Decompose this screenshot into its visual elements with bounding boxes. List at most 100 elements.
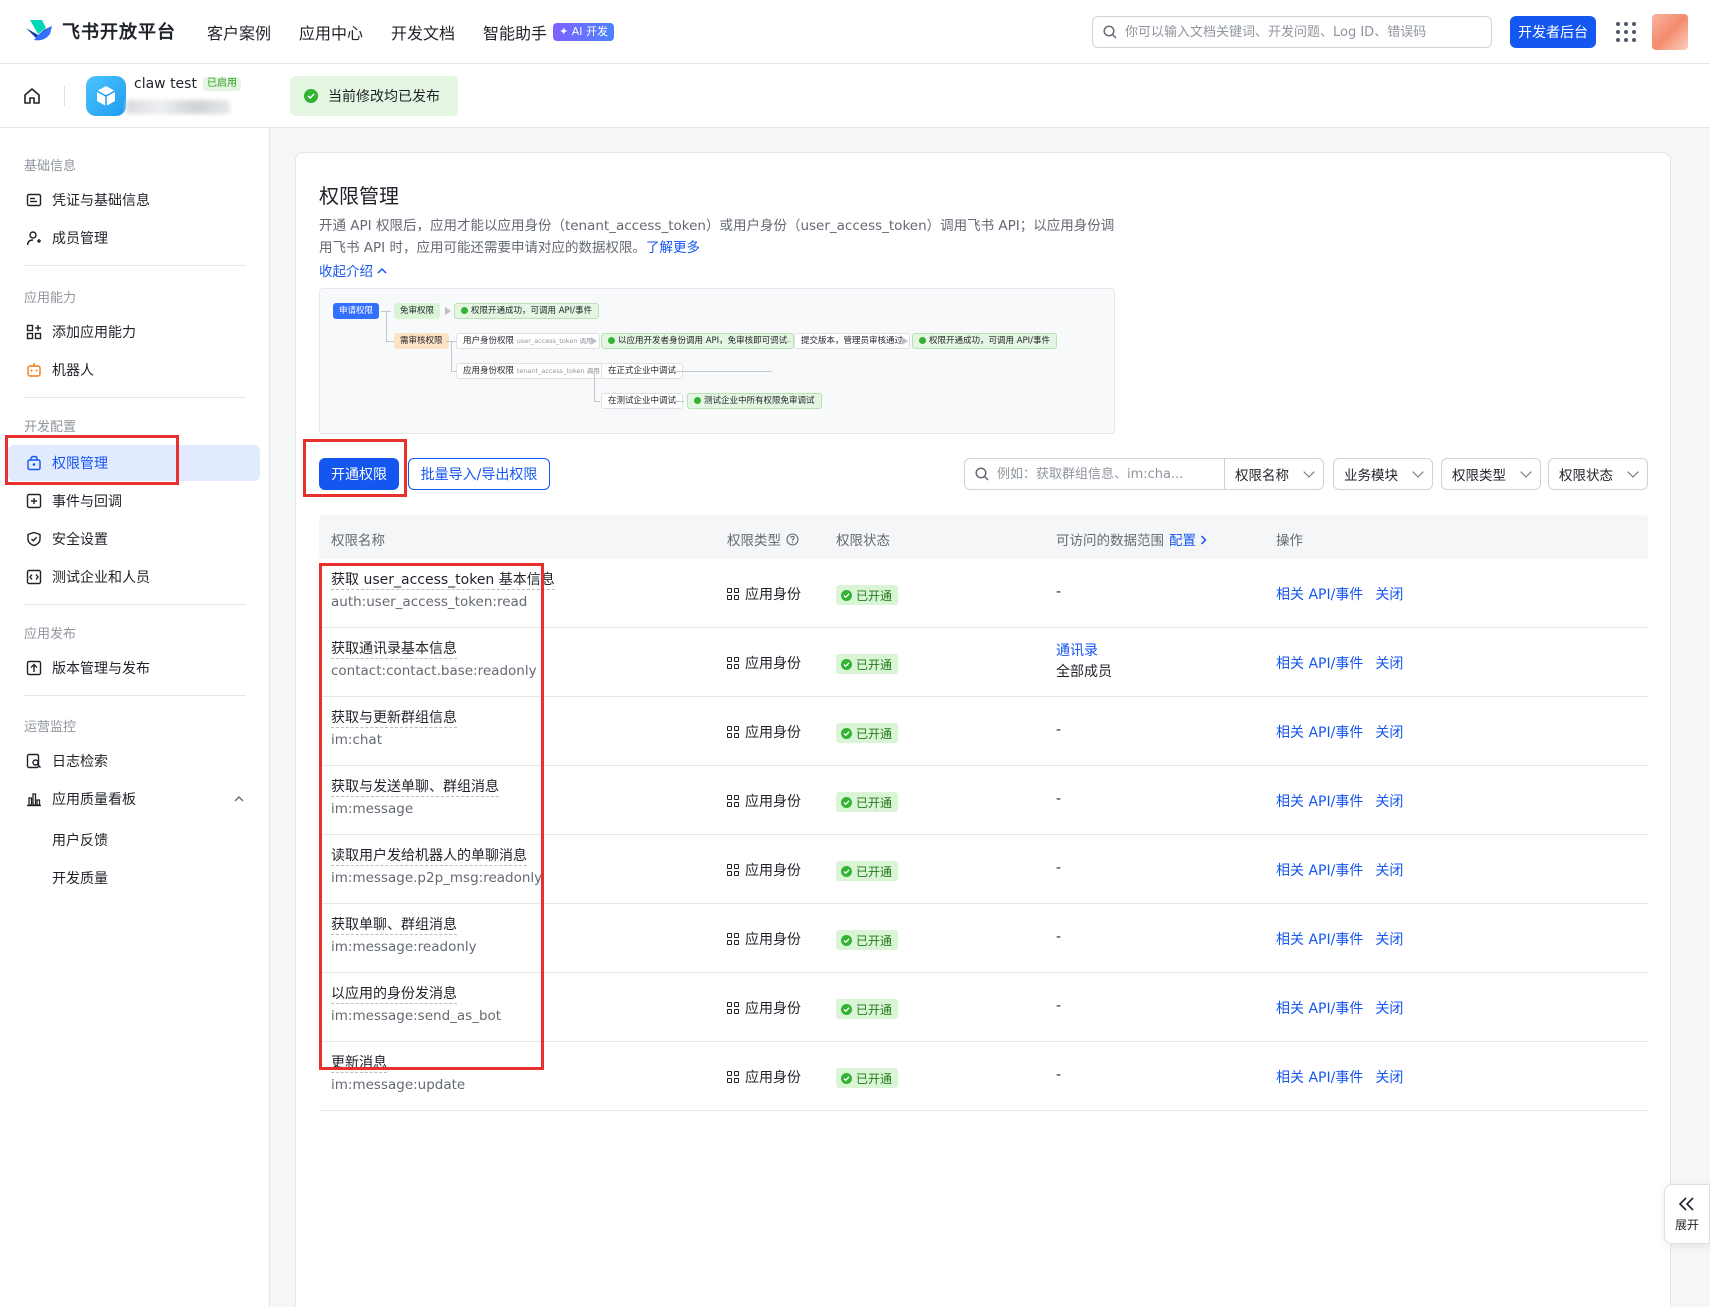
related-api-link[interactable]: 相关 API/事件 — [1276, 584, 1363, 604]
scope-link[interactable]: 通讯录 — [1056, 641, 1112, 662]
scope-value: 全部成员 — [1056, 664, 1112, 680]
close-permission-link[interactable]: 关闭 — [1375, 584, 1403, 604]
global-search-input[interactable] — [1125, 24, 1465, 40]
top-navigation: 飞书开放平台 客户案例 应用中心 开发文档 智能助手 ✦ AI 开发 开发者后台 — [0, 0, 1710, 64]
sidebar-section-release: 应用发布 — [24, 627, 77, 642]
row-actions: 相关 API/事件 关闭 — [1276, 1067, 1403, 1087]
chevron-down-icon — [1627, 466, 1639, 478]
app-identity-icon — [727, 864, 739, 876]
sidebar-item-events[interactable]: 事件与回调 — [8, 483, 260, 519]
sidebar-item-add-capability[interactable]: 添加应用能力 — [8, 314, 260, 350]
app-grid-icon[interactable] — [1616, 22, 1636, 42]
developer-console-button[interactable]: 开发者后台 — [1510, 16, 1596, 48]
filter-permission-name[interactable]: 权限名称 — [1224, 458, 1324, 490]
permission-type: 应用身份 — [727, 584, 801, 604]
filter-business-module[interactable]: 业务模块 — [1333, 458, 1433, 490]
chevron-right-icon — [1201, 535, 1207, 545]
feishu-logo-icon — [26, 20, 52, 41]
related-api-link[interactable]: 相关 API/事件 — [1276, 791, 1363, 811]
success-check-icon — [841, 1072, 852, 1084]
close-permission-link[interactable]: 关闭 — [1375, 998, 1403, 1018]
row-actions: 相关 API/事件 关闭 — [1276, 584, 1403, 604]
related-api-link[interactable]: 相关 API/事件 — [1276, 653, 1363, 673]
sidebar-section-dev-config: 开发配置 — [24, 420, 77, 435]
sidebar-subitem-user-feedback[interactable]: 用户反馈 — [52, 830, 108, 850]
app-name[interactable]: claw test 已启用 — [134, 76, 241, 92]
status-text: 已开通 — [856, 657, 893, 672]
sidebar-item-security[interactable]: 安全设置 — [8, 521, 260, 557]
collapse-intro-link[interactable]: 收起介绍 — [319, 260, 387, 280]
related-api-link[interactable]: 相关 API/事件 — [1276, 929, 1363, 949]
filter-permission-type[interactable]: 权限类型 — [1441, 458, 1541, 490]
status-badge: 已开通 — [836, 999, 899, 1019]
close-permission-link[interactable]: 关闭 — [1375, 653, 1403, 673]
sidebar-item-label: 应用质量看板 — [52, 792, 136, 808]
success-check-icon — [841, 796, 852, 808]
app-identity-icon — [727, 726, 739, 738]
related-api-link[interactable]: 相关 API/事件 — [1276, 860, 1363, 880]
permission-type-text: 应用身份 — [745, 794, 801, 810]
status-text: 已开通 — [856, 726, 893, 741]
scope-value: - — [1056, 791, 1062, 807]
sidebar-item-members[interactable]: 成员管理 — [8, 220, 260, 256]
permission-type-text: 应用身份 — [745, 587, 801, 603]
page-title: 权限管理 — [319, 184, 399, 208]
close-permission-link[interactable]: 关闭 — [1375, 791, 1403, 811]
flow-arrow — [445, 307, 451, 315]
global-search[interactable] — [1092, 16, 1492, 48]
batch-import-export-button[interactable]: 批量导入/导出权限 — [408, 458, 550, 490]
apps-add-icon — [26, 324, 42, 340]
cube-icon — [96, 86, 116, 106]
nav-dev-docs[interactable]: 开发文档 — [391, 20, 455, 44]
flow-connector — [386, 341, 394, 342]
sidebar-item-credentials[interactable]: 凭证与基础信息 — [8, 182, 260, 218]
sidebar-divider — [24, 397, 246, 398]
related-api-link[interactable]: 相关 API/事件 — [1276, 1067, 1363, 1087]
permission-type: 应用身份 — [727, 722, 801, 742]
related-api-link[interactable]: 相关 API/事件 — [1276, 722, 1363, 742]
flow-no-review-result-text: 权限开通成功，可调用 API/事件 — [471, 306, 593, 316]
close-permission-link[interactable]: 关闭 — [1375, 860, 1403, 880]
sidebar-item-log-search[interactable]: 日志检索 — [8, 743, 260, 779]
close-permission-link[interactable]: 关闭 — [1375, 929, 1403, 949]
permission-type-text: 应用身份 — [745, 656, 801, 672]
permission-search[interactable] — [964, 458, 1224, 490]
status-text: 已开通 — [856, 795, 893, 810]
learn-more-link[interactable]: 了解更多 — [646, 240, 700, 256]
sidebar-item-label: 日志检索 — [52, 754, 108, 770]
sidebar-item-test-tenant[interactable]: 测试企业和人员 — [8, 559, 260, 595]
status-text: 已开通 — [856, 933, 893, 948]
chevron-down-icon — [1412, 466, 1424, 478]
sidebar-item-bot[interactable]: 机器人 — [8, 352, 260, 388]
highlight-box-open-button — [303, 439, 407, 497]
close-permission-link[interactable]: 关闭 — [1375, 722, 1403, 742]
flow-apply: 申请权限 — [333, 303, 380, 319]
nav-app-center[interactable]: 应用中心 — [299, 20, 363, 44]
user-avatar[interactable] — [1652, 14, 1688, 50]
publish-status-banner: 当前修改均已发布 — [290, 76, 458, 116]
scope-config-link[interactable]: 配置 — [1169, 529, 1207, 549]
permission-search-input[interactable] — [997, 466, 1207, 482]
sidebar-item-quality-dashboard[interactable]: 应用质量看板 — [8, 781, 260, 817]
success-check-icon — [841, 727, 852, 739]
help-icon[interactable] — [786, 532, 799, 546]
expand-panel-label: 展开 — [1674, 1217, 1699, 1232]
filter-permission-status[interactable]: 权限状态 — [1548, 458, 1648, 490]
permission-type-text: 应用身份 — [745, 1001, 801, 1017]
nav-smart-assistant[interactable]: 智能助手 ✦ AI 开发 — [483, 20, 615, 44]
permission-type: 应用身份 — [727, 791, 801, 811]
close-permission-link[interactable]: 关闭 — [1375, 1067, 1403, 1087]
sidebar-item-label: 成员管理 — [52, 231, 108, 247]
brand-logo[interactable]: 飞书开放平台 — [24, 18, 176, 44]
sidebar-item-version-release[interactable]: 版本管理与发布 — [8, 650, 260, 686]
sidebar-subitem-dev-quality[interactable]: 开发质量 — [52, 868, 108, 888]
row-actions: 相关 API/事件 关闭 — [1276, 929, 1403, 949]
row-scope: 通讯录 全部成员 — [1056, 641, 1112, 683]
home-icon[interactable] — [22, 86, 42, 106]
related-api-link[interactable]: 相关 API/事件 — [1276, 998, 1363, 1018]
success-check-icon — [841, 658, 852, 670]
flow-connector — [386, 311, 387, 341]
app-identity-icon — [727, 1071, 739, 1083]
expand-panel-button[interactable]: 展开 — [1664, 1184, 1710, 1244]
nav-customer-cases[interactable]: 客户案例 — [207, 20, 271, 44]
